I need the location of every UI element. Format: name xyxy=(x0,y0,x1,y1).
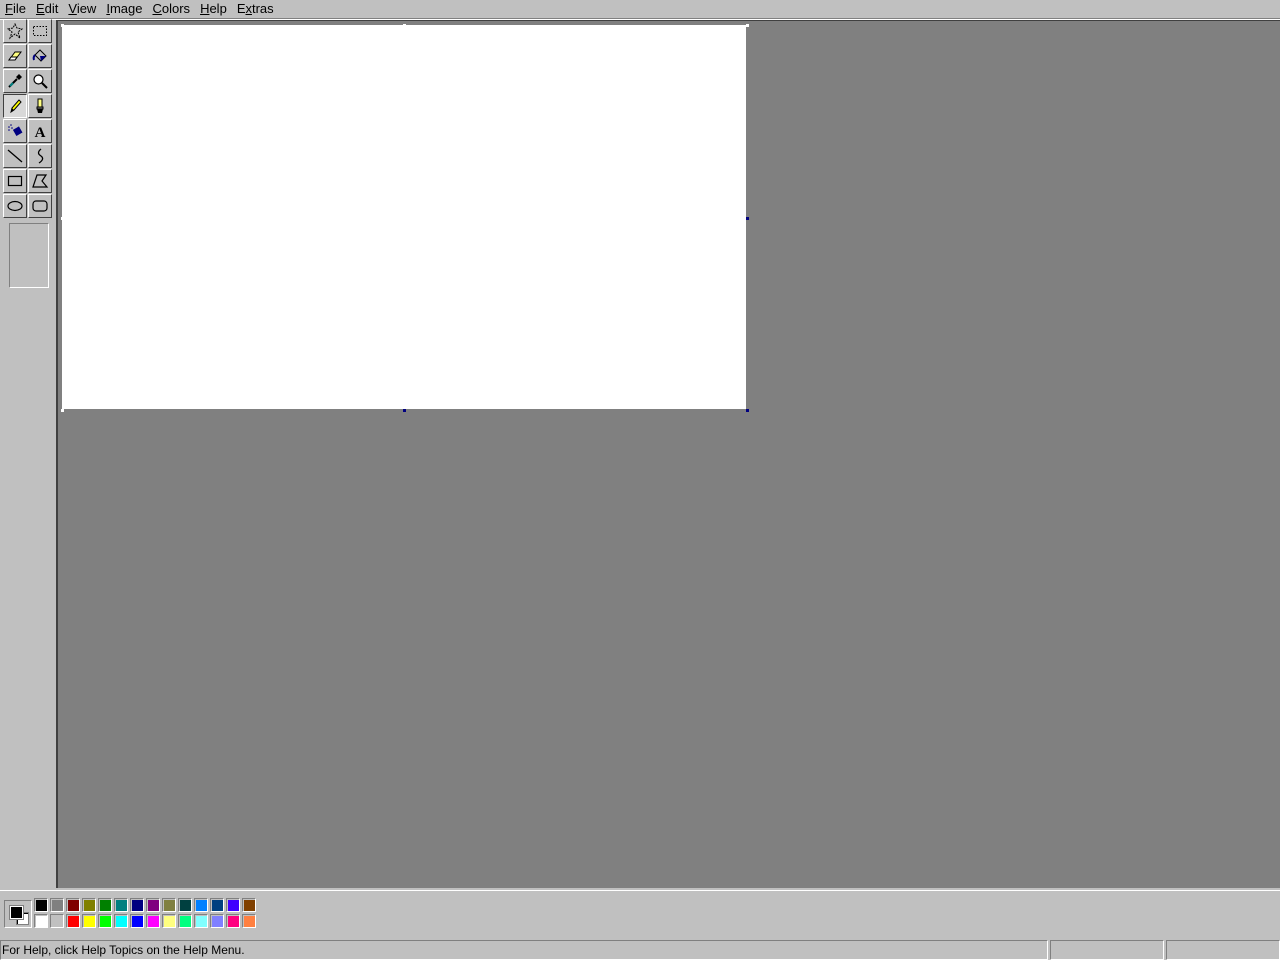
palette-color-swatch[interactable] xyxy=(66,898,80,912)
tool-line[interactable] xyxy=(3,144,27,168)
polygon-icon xyxy=(31,172,49,190)
palette-color-swatch[interactable] xyxy=(114,898,128,912)
palette-color-swatch[interactable] xyxy=(178,914,192,928)
eraser-icon xyxy=(6,47,24,65)
tool-options-panel[interactable] xyxy=(9,223,49,288)
palette-color-swatch[interactable] xyxy=(242,898,256,912)
resize-handle-bottom[interactable] xyxy=(403,409,406,412)
menu-edit[interactable]: Edit xyxy=(31,0,63,18)
brush-icon xyxy=(31,97,49,115)
tool-pick-color[interactable] xyxy=(3,69,27,93)
menu-colors[interactable]: Colors xyxy=(147,0,195,18)
resize-handle-bottom-right[interactable] xyxy=(746,409,749,412)
tool-polygon[interactable] xyxy=(28,169,52,193)
palette-color-swatch[interactable] xyxy=(50,914,64,928)
palette-color-swatch[interactable] xyxy=(130,898,144,912)
status-selection-size xyxy=(1166,940,1280,960)
palette-color-swatch[interactable] xyxy=(194,898,208,912)
magnifier-icon xyxy=(31,72,49,90)
tool-text[interactable]: A xyxy=(28,119,52,143)
palette-color-swatch[interactable] xyxy=(162,898,176,912)
resize-handle-top xyxy=(403,24,406,27)
resize-handle-bottom-left xyxy=(61,409,64,412)
menu-bar: File Edit View Image Colors Help Extras xyxy=(0,0,1280,18)
tool-rounded-rectangle[interactable] xyxy=(28,194,52,218)
rounded-rectangle-icon xyxy=(31,197,49,215)
tool-curve[interactable] xyxy=(28,144,52,168)
menu-file[interactable]: File xyxy=(0,0,31,18)
palette-color-swatch[interactable] xyxy=(226,914,240,928)
palette-color-swatch[interactable] xyxy=(242,914,256,928)
drawing-canvas[interactable] xyxy=(62,25,746,409)
tool-box: A xyxy=(0,19,56,888)
tool-ellipse[interactable] xyxy=(3,194,27,218)
pencil-icon xyxy=(6,97,24,115)
palette-color-swatch[interactable] xyxy=(178,898,192,912)
airbrush-icon xyxy=(6,122,24,140)
palette-color-swatch[interactable] xyxy=(98,898,112,912)
tool-rect-select[interactable] xyxy=(28,19,52,43)
palette-color-swatch[interactable] xyxy=(210,898,224,912)
tool-eraser[interactable] xyxy=(3,44,27,68)
rect-select-icon xyxy=(31,22,49,40)
palette-color-swatch[interactable] xyxy=(162,914,176,928)
palette-color-swatch[interactable] xyxy=(114,914,128,928)
text-icon: A xyxy=(31,122,49,140)
foreground-color-swatch xyxy=(10,906,23,919)
resize-handle-right[interactable] xyxy=(746,217,749,220)
resize-handle-left xyxy=(61,217,64,220)
svg-text:A: A xyxy=(35,125,46,140)
status-bar: For Help, click Help Topics on the Help … xyxy=(0,938,1280,960)
tool-free-form-select[interactable] xyxy=(3,19,27,43)
current-colors-indicator xyxy=(4,900,32,928)
free-form-select-icon xyxy=(6,22,24,40)
palette-color-swatch[interactable] xyxy=(34,914,48,928)
menu-help[interactable]: Help xyxy=(195,0,232,18)
palette-color-swatch[interactable] xyxy=(194,914,208,928)
color-box xyxy=(0,890,1280,934)
status-coordinates xyxy=(1050,940,1164,960)
menu-extras[interactable]: Extras xyxy=(232,0,279,18)
resize-handle-top-left xyxy=(61,24,64,27)
menu-view[interactable]: View xyxy=(63,0,101,18)
palette-color-swatch[interactable] xyxy=(82,914,96,928)
curve-icon xyxy=(31,147,49,165)
palette-color-swatch[interactable] xyxy=(226,898,240,912)
palette-color-swatch[interactable] xyxy=(210,914,224,928)
rectangle-icon xyxy=(6,172,24,190)
tool-rectangle[interactable] xyxy=(3,169,27,193)
palette-color-swatch[interactable] xyxy=(34,898,48,912)
tool-magnifier[interactable] xyxy=(28,69,52,93)
resize-handle-top-right xyxy=(746,24,749,27)
tool-brush[interactable] xyxy=(28,94,52,118)
palette-color-swatch[interactable] xyxy=(98,914,112,928)
canvas-area[interactable] xyxy=(56,20,1280,888)
fill-bucket-icon xyxy=(31,47,49,65)
tool-pencil[interactable] xyxy=(3,94,27,118)
palette-color-swatch[interactable] xyxy=(66,914,80,928)
eyedropper-icon xyxy=(6,72,24,90)
tool-fill[interactable] xyxy=(28,44,52,68)
tool-airbrush[interactable] xyxy=(3,119,27,143)
palette-color-swatch[interactable] xyxy=(146,898,160,912)
status-help-text: For Help, click Help Topics on the Help … xyxy=(0,940,1048,960)
palette-color-swatch[interactable] xyxy=(130,914,144,928)
palette-color-swatch[interactable] xyxy=(50,898,64,912)
palette-color-swatch[interactable] xyxy=(82,898,96,912)
palette-color-swatch[interactable] xyxy=(146,914,160,928)
line-icon xyxy=(6,147,24,165)
menu-image[interactable]: Image xyxy=(101,0,147,18)
ellipse-icon xyxy=(6,197,24,215)
